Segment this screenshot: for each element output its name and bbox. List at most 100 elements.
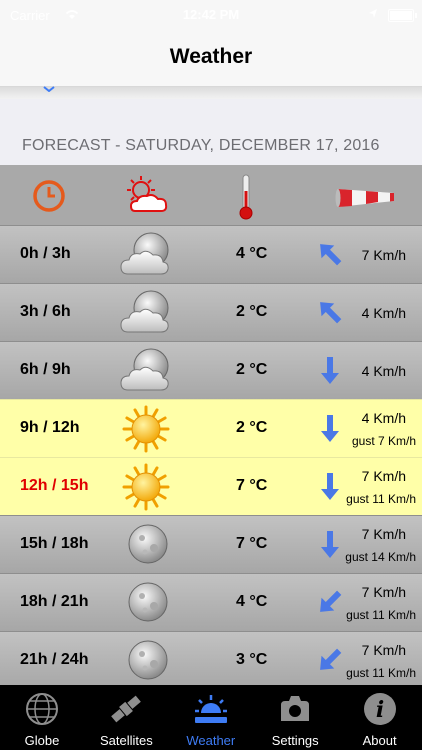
wind-speed: 4 Km/h — [361, 305, 406, 321]
wind-direction — [314, 644, 346, 676]
temperature-value: 2 °C — [236, 303, 268, 320]
condition-icon-cell — [118, 346, 174, 396]
condition-icon-cell — [118, 404, 174, 454]
time-range: 0h / 3h — [20, 245, 71, 262]
wind-speed: 7 Km/h — [361, 642, 406, 658]
time-range: 18h / 21h — [20, 593, 89, 610]
location-icon — [369, 9, 377, 18]
settings-icon — [275, 691, 315, 727]
tab-label: About — [362, 733, 397, 748]
navigation-bar: Weather — [0, 30, 422, 87]
wind-direction-arrow-icon — [321, 415, 339, 442]
wind-direction-arrow-icon — [320, 302, 342, 324]
thermometer-icon — [239, 174, 253, 220]
tab-label: Satellites — [100, 733, 153, 748]
table-row[interactable]: 18h / 21h 4 °C 7 Km/h gust 11 Km/h — [0, 573, 422, 632]
wind-speed: 7 Km/h — [361, 247, 406, 263]
satellite-icon — [106, 691, 146, 727]
weather-icon — [191, 691, 231, 727]
time-range: 21h / 24h — [20, 651, 89, 668]
moon-icon — [128, 582, 168, 622]
gust-speed: gust 14 Km/h — [345, 550, 416, 564]
cloudy-night-icon — [120, 232, 169, 275]
table-row[interactable]: 6h / 9h 2 °C 4 Km/h — [0, 341, 422, 400]
status-bar: Carrier 12:42 PM — [0, 0, 422, 30]
sun-icon — [122, 405, 170, 453]
forecast-table[interactable]: 0h / 3h 4 °C 7 Km/h 3h / 6h 2 °C 4 Km/h 6h / 9… — [0, 165, 422, 690]
info-icon: i — [360, 691, 400, 727]
temperature-value: 4 °C — [236, 245, 268, 262]
time-range: 12h / 15h — [20, 477, 89, 494]
gust-speed: gust 7 Km/h — [351, 434, 416, 448]
wind-direction-arrow-icon — [320, 590, 342, 612]
tab-globe[interactable]: Globe — [0, 685, 84, 750]
time-range: 6h / 9h — [20, 361, 71, 378]
table-row[interactable]: 15h / 18h 7 °C 7 Km/h gust 14 Km/h — [0, 515, 422, 574]
table-row[interactable]: 9h / 12h 2 °C 4 Km/h gust 7 Km/h — [0, 399, 422, 458]
temperature-value: 4 °C — [236, 593, 268, 610]
cloudy-night-icon — [120, 348, 169, 391]
condition-icon-cell — [118, 230, 174, 280]
wind-speed: 4 Km/h — [361, 363, 406, 379]
battery-icon — [388, 9, 417, 22]
wind-direction-arrow-icon — [320, 648, 342, 670]
tab-label: Weather — [186, 733, 236, 748]
scroll-shadow — [0, 87, 422, 99]
clock-time: 12:42 PM — [182, 7, 240, 22]
time-range: 9h / 12h — [20, 419, 80, 436]
table-row[interactable]: 21h / 24h 3 °C 7 Km/h gust 11 Km/h — [0, 631, 422, 690]
wind-direction — [314, 412, 346, 444]
temperature-value: 2 °C — [236, 419, 268, 436]
wind-direction-arrow-icon — [321, 357, 339, 384]
wind-direction — [314, 354, 346, 386]
wind-direction — [314, 528, 346, 560]
condition-icon-cell — [118, 288, 174, 338]
table-header — [0, 165, 422, 225]
wind-direction — [314, 470, 346, 502]
table-row[interactable]: 12h / 15h 7 °C 7 Km/h gust 11 Km/h — [0, 457, 422, 516]
globe-icon — [22, 691, 62, 727]
condition-icon-cell — [118, 636, 174, 686]
wind-direction-arrow-icon — [320, 244, 342, 266]
table-row[interactable]: 3h / 6h 2 °C 4 Km/h — [0, 283, 422, 342]
tab-label: Settings — [271, 733, 319, 748]
cloudy-night-icon — [120, 290, 169, 333]
clock-icon — [33, 180, 65, 212]
windsock-icon — [335, 189, 394, 207]
moon-icon — [128, 640, 168, 680]
wind-speed: 7 Km/h — [361, 468, 406, 484]
table-row[interactable]: 0h / 3h 4 °C 7 Km/h — [0, 225, 422, 284]
wind-direction-arrow-icon — [321, 473, 339, 500]
temperature-value: 2 °C — [236, 361, 268, 378]
wind-speed: 4 Km/h — [361, 410, 406, 426]
tab-label: Globe — [24, 733, 60, 748]
tab-weather[interactable]: Weather — [169, 685, 253, 750]
gust-speed: gust 11 Km/h — [346, 492, 416, 506]
condition-icon-cell — [118, 578, 174, 628]
page-title: Weather — [169, 45, 253, 68]
sun-icon — [122, 463, 170, 511]
wind-speed: 7 Km/h — [361, 584, 406, 600]
wind-direction — [314, 238, 346, 270]
tab-satellites[interactable]: Satellites — [84, 685, 168, 750]
forecast-date: FORECAST - SATURDAY, DECEMBER 17, 2016 — [22, 137, 380, 154]
wind-direction-arrow-icon — [321, 531, 339, 558]
section-header: FORECAST - SATURDAY, DECEMBER 17, 2016 — [0, 99, 422, 165]
wind-direction — [314, 586, 346, 618]
condition-icon-cell — [118, 462, 174, 512]
tab-bar: Globe Satellites Weather Settings i About — [0, 685, 422, 750]
temperature-value: 7 °C — [236, 535, 268, 552]
tab-settings[interactable]: Settings — [253, 685, 337, 750]
condition-icon-cell — [118, 520, 174, 570]
time-range: 3h / 6h — [20, 303, 71, 320]
temperature-value: 7 °C — [236, 477, 268, 494]
wind-direction — [314, 296, 346, 328]
temperature-value: 3 °C — [236, 651, 268, 668]
svg-text:i: i — [375, 697, 383, 723]
wind-speed: 7 Km/h — [361, 526, 406, 542]
moon-icon — [128, 524, 168, 564]
gust-speed: gust 11 Km/h — [346, 666, 416, 680]
tab-about[interactable]: i About — [338, 685, 422, 750]
time-range: 15h / 18h — [20, 535, 89, 552]
gust-speed: gust 11 Km/h — [346, 608, 416, 622]
